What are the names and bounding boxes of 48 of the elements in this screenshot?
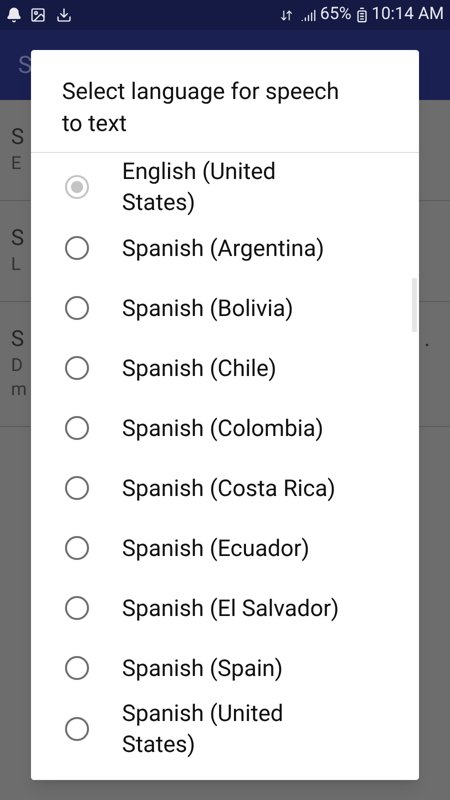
radio-unselected[interactable] <box>65 236 89 260</box>
radio-unselected[interactable] <box>65 476 89 500</box>
setting-title: S <box>11 326 24 354</box>
radio-unselected[interactable] <box>65 356 89 380</box>
language-label: Spanish (Chile) <box>122 354 277 384</box>
language-option[interactable]: Spanish (Colombia) <box>31 398 419 458</box>
language-option[interactable]: Spanish (Argentina) <box>31 218 419 278</box>
battery-percent: 65% <box>320 3 352 26</box>
language-label: Spanish (Colombia) <box>122 414 324 444</box>
language-option[interactable]: Spanish (Costa Rica) <box>31 458 419 518</box>
radio-unselected[interactable] <box>65 656 89 680</box>
setting-subtitle: E <box>11 152 22 176</box>
radio-unselected[interactable] <box>65 296 89 320</box>
language-option[interactable]: Spanish (Spain) <box>31 638 419 698</box>
data-icon <box>280 8 293 22</box>
setting-subtitle: D <box>11 354 23 378</box>
language-option[interactable]: Spanish (Bolivia) <box>31 278 419 338</box>
radio-selected[interactable] <box>65 175 89 199</box>
setting-title: S <box>11 124 24 152</box>
language-option[interactable]: Spanish (Ecuador) <box>31 518 419 578</box>
language-label: Spanish (El Salvador) <box>122 594 339 624</box>
signal-icon <box>300 8 316 22</box>
language-option[interactable]: English (United States) <box>31 156 419 218</box>
title-ellipsis: . <box>424 326 430 354</box>
language-label: Spanish (United States) <box>122 699 284 760</box>
app-title: S <box>18 50 32 81</box>
language-label: Spanish (Spain) <box>122 654 283 684</box>
language-label: English (United States) <box>122 157 277 218</box>
scrollbar <box>412 278 417 332</box>
radio-unselected[interactable] <box>65 596 89 620</box>
dialog-title: Select language for speech to text <box>62 77 340 139</box>
setting-subtitle: m <box>11 378 27 402</box>
download-icon <box>56 7 72 23</box>
language-option[interactable]: Spanish (United States) <box>31 698 419 760</box>
clock: 10:14 AM <box>372 3 444 26</box>
language-label: Spanish (Ecuador) <box>122 534 310 564</box>
radio-unselected[interactable] <box>65 717 89 741</box>
image-icon <box>30 7 46 23</box>
setting-title: S <box>11 225 24 253</box>
language-label: Spanish (Costa Rica) <box>122 474 336 504</box>
setting-subtitle: L <box>11 253 21 277</box>
radio-unselected[interactable] <box>65 536 89 560</box>
language-label: Spanish (Bolivia) <box>122 294 294 324</box>
language-label: Spanish (Argentina) <box>122 234 324 264</box>
radio-unselected[interactable] <box>65 416 89 440</box>
language-option[interactable]: Spanish (Chile) <box>31 338 419 398</box>
language-option[interactable]: Spanish (El Salvador) <box>31 578 419 638</box>
alarm-icon <box>6 7 22 23</box>
